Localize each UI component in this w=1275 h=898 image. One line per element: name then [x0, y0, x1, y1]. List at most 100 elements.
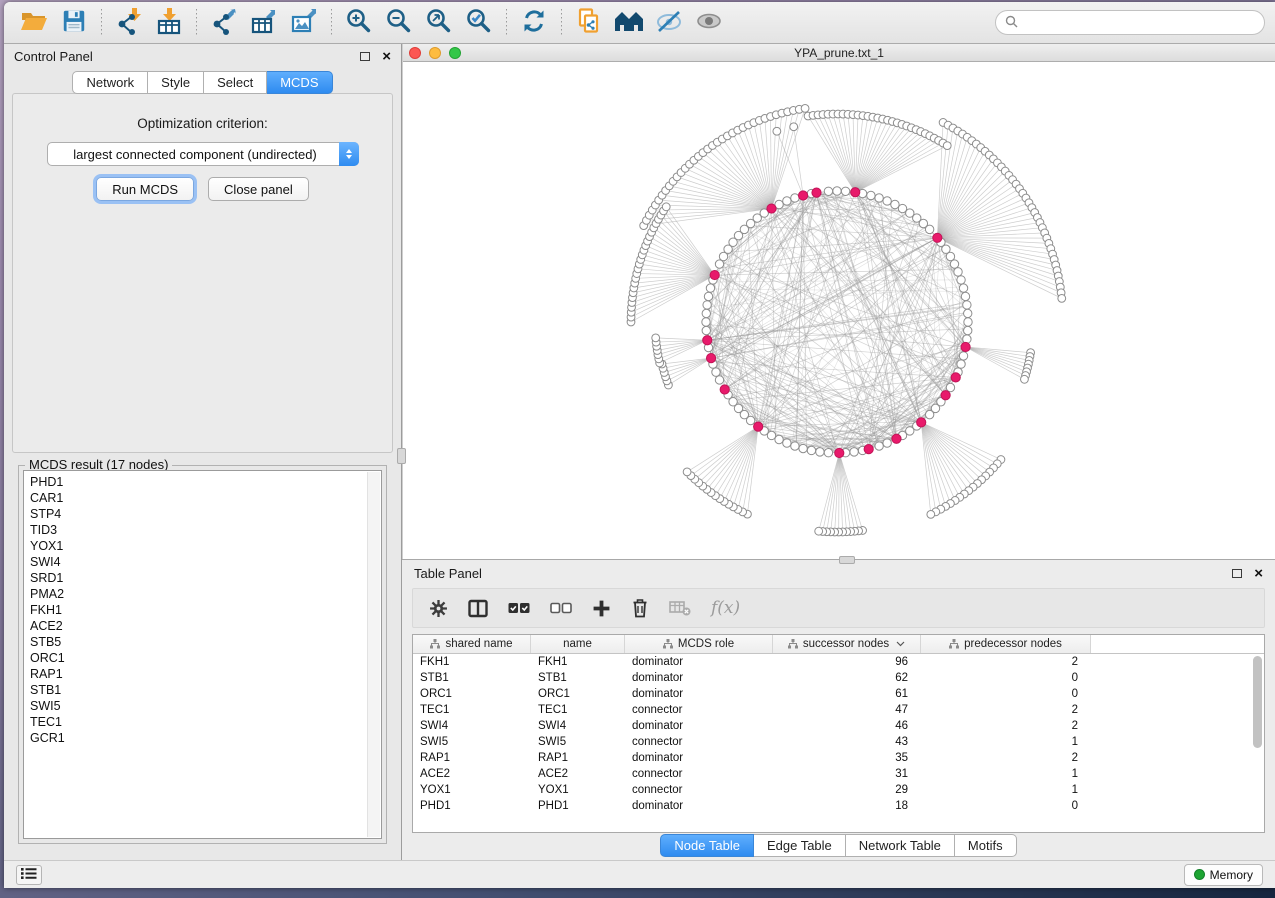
mcds-result-item[interactable]: STP4	[30, 506, 381, 522]
tab-edge-table[interactable]: Edge Table	[754, 834, 846, 857]
run-mcds-button[interactable]: Run MCDS	[96, 177, 194, 201]
mcds-result-item[interactable]: FKH1	[30, 602, 381, 618]
table-row[interactable]: FKH1FKH1dominator962	[413, 654, 1264, 670]
mcds-result-item[interactable]: YOX1	[30, 538, 381, 554]
tab-mcds[interactable]: MCDS	[267, 71, 332, 94]
table-row[interactable]: RAP1RAP1dominator352	[413, 750, 1264, 766]
table-scrollbar-thumb[interactable]	[1253, 656, 1262, 748]
table-row[interactable]: PHD1PHD1dominator180	[413, 798, 1264, 814]
horizontal-splitter-handle[interactable]	[839, 556, 855, 564]
table-header-row: shared namenameMCDS rolesuccessor nodesp…	[413, 635, 1264, 654]
mcds-result-item[interactable]: SWI4	[30, 554, 381, 570]
search-box[interactable]	[995, 10, 1265, 35]
export-image-button[interactable]	[284, 6, 324, 40]
float-panel-icon[interactable]	[360, 52, 370, 61]
memory-status-icon	[1194, 869, 1205, 880]
mcds-result-item[interactable]: PMA2	[30, 586, 381, 602]
vertical-splitter-handle[interactable]	[397, 448, 406, 464]
tab-node-table[interactable]: Node Table	[660, 834, 754, 857]
network-canvas[interactable]	[403, 62, 1275, 559]
tab-network-table[interactable]: Network Table	[846, 834, 955, 857]
table-row[interactable]: ACE2ACE2connector311	[413, 766, 1264, 782]
tab-network[interactable]: Network	[72, 71, 148, 94]
column-header-successor-nodes[interactable]: successor nodes	[773, 635, 921, 653]
select-all-icon[interactable]	[508, 602, 530, 614]
tab-select[interactable]: Select	[204, 71, 267, 94]
unselect-all-icon[interactable]	[550, 602, 572, 614]
close-panel-button[interactable]: Close panel	[208, 177, 309, 201]
mcds-result-item[interactable]: ACE2	[30, 618, 381, 634]
columns-icon[interactable]	[468, 599, 488, 618]
hide-details-button[interactable]	[649, 6, 689, 40]
export-table-button[interactable]	[244, 6, 284, 40]
open-file-button[interactable]	[14, 6, 54, 40]
optimization-criterion-label: Optimization criterion:	[13, 116, 392, 131]
table-row[interactable]: STB1STB1dominator620	[413, 670, 1264, 686]
function-builder-icon[interactable]: f(x)	[711, 598, 740, 618]
table-row[interactable]: SWI5SWI5connector431	[413, 734, 1264, 750]
refresh-button[interactable]	[514, 6, 554, 40]
mcds-result-item[interactable]: SWI5	[30, 698, 381, 714]
memory-button[interactable]: Memory	[1184, 864, 1263, 886]
copy-network-button[interactable]	[569, 6, 609, 40]
control-panel-title: Control Panel	[14, 49, 93, 64]
table-row[interactable]: YOX1YOX1connector291	[413, 782, 1264, 798]
mcds-result-item[interactable]: ORC1	[30, 650, 381, 666]
mcds-result-item[interactable]: STB1	[30, 682, 381, 698]
import-table-button[interactable]	[149, 6, 189, 40]
close-panel-icon[interactable]: ×	[382, 49, 391, 64]
search-input[interactable]	[1023, 16, 1255, 30]
cell-predecessors: 2	[921, 704, 1091, 716]
import-network-button[interactable]	[109, 6, 149, 40]
float-table-panel-icon[interactable]	[1232, 569, 1242, 578]
delete-table-icon[interactable]	[669, 600, 691, 616]
column-header-predecessor-nodes[interactable]: predecessor nodes	[921, 635, 1091, 653]
mcds-result-item[interactable]: PHD1	[30, 474, 381, 490]
cell-predecessors: 1	[921, 736, 1091, 748]
zoom-selected-button[interactable]	[459, 6, 499, 40]
table-row[interactable]: ORC1ORC1dominator610	[413, 686, 1264, 702]
mcds-tab-content: Optimization criterion: largest connecte…	[12, 93, 393, 453]
mcds-result-item[interactable]: RAP1	[30, 666, 381, 682]
gear-icon[interactable]	[429, 599, 448, 618]
column-header-MCDS-role[interactable]: MCDS role	[625, 635, 773, 653]
table-row[interactable]: TEC1TEC1connector472	[413, 702, 1264, 718]
zoom-fit-icon	[425, 7, 453, 38]
add-row-icon[interactable]	[592, 599, 611, 618]
mcds-result-item[interactable]: TEC1	[30, 714, 381, 730]
main-toolbar	[4, 2, 1275, 44]
mcds-result-item[interactable]: STB5	[30, 634, 381, 650]
criterion-select[interactable]: largest connected component (undirected)	[47, 142, 359, 166]
export-network-button[interactable]	[204, 6, 244, 40]
mcds-result-list[interactable]: PHD1CAR1STP4TID3YOX1SWI4SRD1PMA2FKH1ACE2…	[23, 470, 382, 839]
column-header-name[interactable]: name	[531, 635, 625, 653]
trash-icon[interactable]	[631, 598, 649, 618]
cell-shared_name: ORC1	[413, 688, 531, 700]
export-table-icon	[250, 7, 278, 38]
task-history-button[interactable]	[16, 865, 42, 885]
tab-motifs[interactable]: Motifs	[955, 834, 1017, 857]
zoom-out-icon	[385, 7, 413, 38]
save-session-button[interactable]	[54, 6, 94, 40]
close-table-panel-icon[interactable]: ×	[1254, 566, 1263, 581]
folder-open-icon	[20, 8, 48, 37]
column-header-shared-name[interactable]: shared name	[413, 635, 531, 653]
mcds-result-item[interactable]: GCR1	[30, 730, 381, 746]
table-row[interactable]: SWI4SWI4dominator462	[413, 718, 1264, 734]
zoom-fit-button[interactable]	[419, 6, 459, 40]
cell-shared_name: PHD1	[413, 800, 531, 812]
table-panel-title: Table Panel	[414, 566, 482, 581]
cell-successors: 35	[773, 752, 921, 764]
first-neighbors-button[interactable]	[609, 6, 649, 40]
mcds-result-item[interactable]: SRD1	[30, 570, 381, 586]
show-details-button[interactable]	[689, 6, 729, 40]
mcds-result-item[interactable]: TID3	[30, 522, 381, 538]
zoom-in-button[interactable]	[339, 6, 379, 40]
table-tabs: Node Table Edge Table Network Table Moti…	[402, 833, 1275, 860]
search-icon	[1005, 15, 1018, 31]
network-graph[interactable]	[403, 62, 1271, 558]
mcds-list-scrollbar[interactable]	[367, 472, 380, 837]
mcds-result-item[interactable]: CAR1	[30, 490, 381, 506]
zoom-out-button[interactable]	[379, 6, 419, 40]
tab-style[interactable]: Style	[148, 71, 204, 94]
